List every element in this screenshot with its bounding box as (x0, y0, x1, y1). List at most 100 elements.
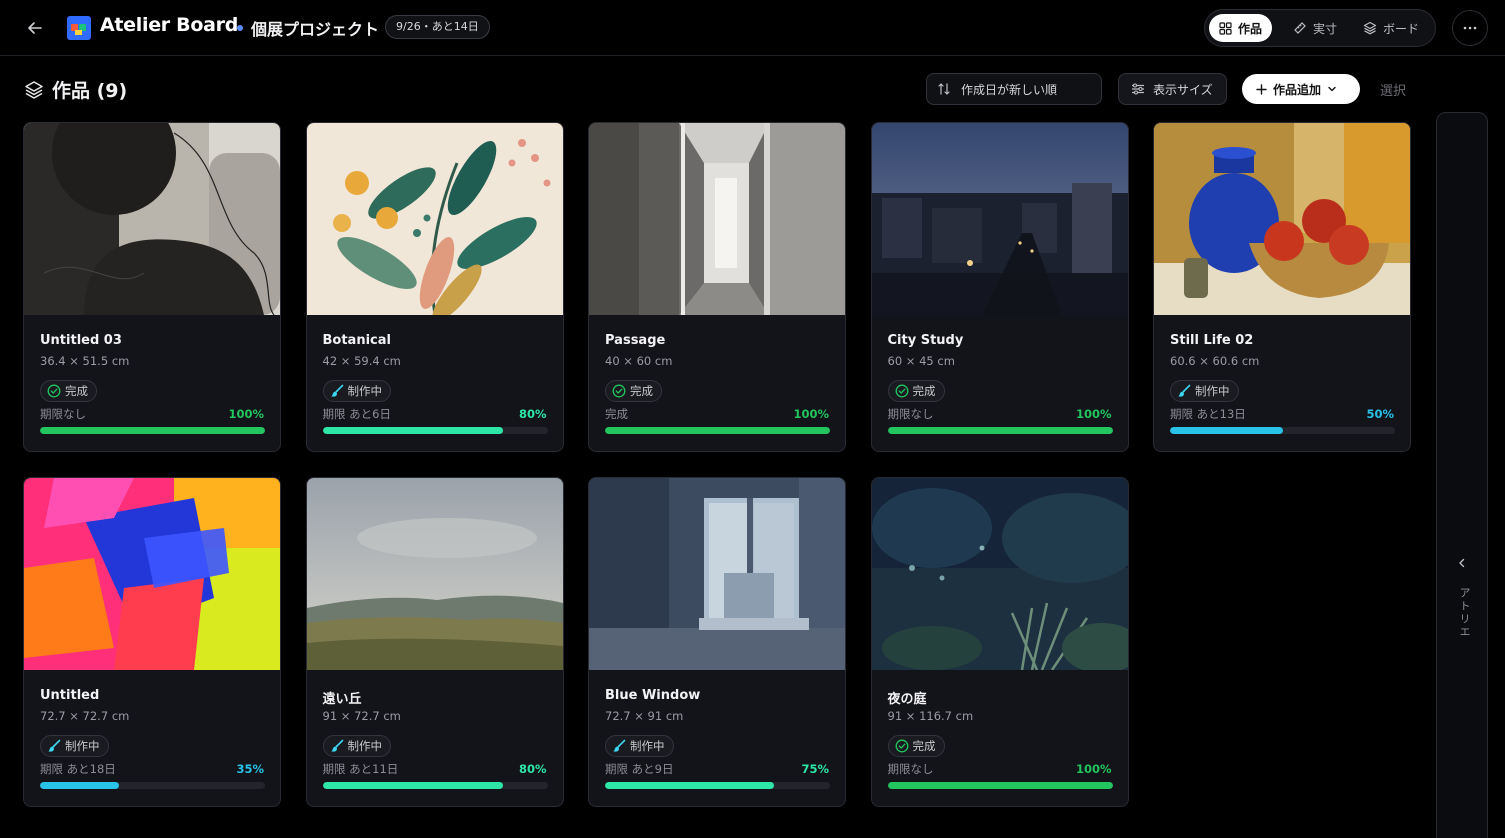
project-name[interactable]: 個展プロジェクト (251, 16, 379, 40)
status-label: 制作中 (65, 739, 100, 753)
tab-board[interactable]: ボード (1353, 14, 1429, 42)
progress-percent: 100% (793, 407, 829, 421)
progress-fill (40, 427, 265, 434)
work-thumbnail (24, 123, 280, 315)
check-circle-icon (612, 384, 626, 398)
select-button[interactable]: 選択 (1380, 80, 1406, 99)
add-work-label: 作品追加 (1273, 82, 1322, 97)
progress-percent: 100% (1075, 407, 1112, 421)
work-thumbnail (306, 478, 563, 670)
progress-bar (605, 782, 830, 789)
work-title: City Study (887, 333, 964, 348)
arrow-left-icon (28, 22, 42, 34)
progress-bar (605, 427, 830, 434)
status-badge: 完成 (40, 380, 97, 402)
layers-icon (1363, 21, 1377, 35)
back-button[interactable] (24, 17, 46, 39)
status-label: 完成 (630, 384, 653, 398)
work-size: 60.6 × 60.6 cm (1170, 354, 1260, 368)
date-badge: 9/26・あと14日 (385, 15, 490, 39)
app-logo (67, 16, 91, 40)
progress-bar (887, 782, 1113, 789)
status-badge: 完成 (605, 380, 662, 402)
tab-works[interactable]: 作品 (1209, 14, 1273, 42)
section-title-label: 作品 (9) (52, 80, 128, 102)
status-label: 完成 (912, 739, 936, 753)
project-dot (237, 25, 243, 31)
status-label: 制作中 (1195, 384, 1230, 398)
progress-fill (887, 427, 1113, 434)
progress-fill (322, 782, 503, 789)
status-badge: 制作中 (322, 380, 391, 402)
work-title: Blue Window (605, 688, 701, 703)
work-card[interactable]: 遠い丘 91 × 72.7 cm 制作中 期限 あと11日 80% (305, 477, 564, 807)
progress-percent: 100% (228, 407, 264, 421)
side-panel-label: アトリエ (1458, 587, 1471, 639)
paintbrush-icon (48, 739, 61, 752)
work-thumbnail (871, 478, 1128, 670)
progress-percent: 80% (518, 407, 547, 421)
work-card[interactable]: Botanical 42 × 59.4 cm 制作中 期限 あと6日 80% (305, 122, 564, 452)
view-switch: 作品 実寸 ボード (1204, 9, 1436, 47)
progress-bar (40, 782, 265, 789)
progress-percent: 100% (1075, 762, 1112, 776)
work-thumbnail (589, 478, 845, 670)
chevron-left-icon (1459, 558, 1465, 568)
progress-percent: 75% (801, 762, 829, 776)
check-circle-icon (895, 384, 908, 398)
sliders-icon (1132, 83, 1144, 95)
progress-fill (605, 782, 774, 789)
work-title: 遠い丘 (322, 692, 362, 707)
work-card[interactable]: Untitled 72.7 × 72.7 cm 制作中 期限 あと18日 35% (23, 477, 281, 807)
add-work-button[interactable]: 作品追加 (1242, 74, 1360, 104)
layers-icon (25, 80, 43, 99)
paintbrush-icon (613, 739, 626, 752)
work-card[interactable]: Untitled 03 36.4 × 51.5 cm 完成 期限なし 100% (23, 122, 281, 452)
tab-actual-size[interactable]: 実寸 (1283, 14, 1347, 42)
work-size: 42 × 59.4 cm (322, 354, 401, 368)
tab-board-label: ボード (1383, 21, 1420, 36)
status-badge: 制作中 (322, 735, 391, 757)
work-card[interactable]: 夜の庭 91 × 116.7 cm 完成 期限なし 100% (870, 477, 1129, 807)
progress-bar (40, 427, 265, 434)
sort-dropdown[interactable]: 作成日が新しい順 (926, 73, 1102, 105)
work-size: 40 × 60 cm (605, 354, 673, 368)
due-label: 期限 あと9日 (605, 762, 674, 776)
due-label: 完成 (605, 407, 628, 421)
top-bar: Atelier Board 個展プロジェクト 9/26・あと14日 作品 実寸 … (0, 0, 1505, 56)
work-title: Untitled (40, 688, 100, 703)
paintbrush-icon (1178, 384, 1191, 397)
work-thumbnail (589, 123, 845, 315)
work-title: 夜の庭 (887, 692, 927, 707)
progress-bar (322, 427, 548, 434)
paintbrush-icon (330, 739, 343, 752)
display-size-button[interactable]: 表示サイズ (1118, 73, 1227, 105)
work-card[interactable]: Blue Window 72.7 × 91 cm 制作中 期限 あと9日 75% (588, 477, 846, 807)
due-label: 期限 あと18日 (40, 762, 116, 776)
work-thumbnail (306, 123, 563, 315)
work-card[interactable]: City Study 60 × 45 cm 完成 期限なし 100% (870, 122, 1129, 452)
progress-percent: 50% (1366, 407, 1394, 421)
section-title: 作品 (9) (24, 76, 127, 103)
status-label: 制作中 (347, 384, 383, 398)
more-button[interactable] (1452, 10, 1488, 46)
work-card[interactable]: Passage 40 × 60 cm 完成 完成 100% (588, 122, 846, 452)
work-size: 91 × 72.7 cm (322, 709, 401, 723)
status-label: 制作中 (630, 739, 665, 753)
atelier-side-panel[interactable]: アトリエ (1436, 112, 1488, 838)
progress-fill (887, 782, 1113, 789)
work-size: 36.4 × 51.5 cm (40, 354, 130, 368)
progress-percent: 35% (236, 762, 264, 776)
work-title: Botanical (322, 333, 391, 348)
check-circle-icon (895, 739, 908, 753)
status-label: 制作中 (347, 739, 383, 753)
progress-bar (322, 782, 548, 789)
work-size: 72.7 × 72.7 cm (40, 709, 130, 723)
paintbrush-icon (330, 384, 343, 397)
work-title: Still Life 02 (1170, 333, 1254, 348)
status-badge: 制作中 (1170, 380, 1239, 402)
work-card[interactable]: Still Life 02 60.6 × 60.6 cm 制作中 期限 あと13… (1153, 122, 1411, 452)
work-thumbnail (1154, 123, 1410, 315)
due-label: 期限 あと6日 (322, 407, 391, 421)
work-thumbnail (24, 478, 280, 670)
